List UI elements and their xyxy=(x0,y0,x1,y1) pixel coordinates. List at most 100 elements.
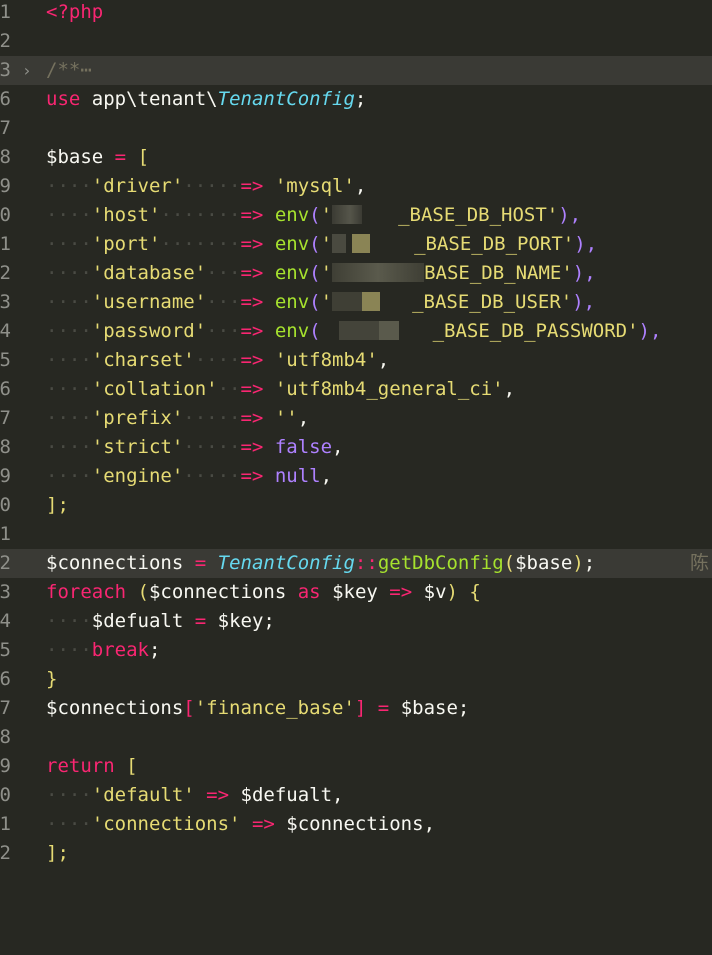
code-line: 8 xyxy=(0,723,712,752)
function-call: env xyxy=(274,320,310,342)
function-call: env xyxy=(274,291,310,313)
array-key: 'strict' xyxy=(91,436,184,458)
line-number: 2 xyxy=(0,842,11,864)
return-keyword: return xyxy=(46,755,115,777)
code-line: 2 ····'database'···=> env(' BASE_DB_NAME'… xyxy=(0,259,712,288)
line-number: 8 xyxy=(0,726,11,748)
code-line: 0 ]; xyxy=(0,491,712,520)
line-number: 2 xyxy=(0,552,11,574)
code-line: 1 <?php xyxy=(0,0,712,27)
git-blame-annotation: 陈 xyxy=(690,552,710,574)
array-key: 'host' xyxy=(91,204,161,226)
array-value: BASE_DB_NAME' xyxy=(424,262,573,284)
array-key: 'connections' xyxy=(91,813,241,835)
line-number: 1 xyxy=(0,813,11,835)
line-number: 3 xyxy=(0,59,11,81)
code-line: 9 ····'engine'·····=> null, xyxy=(0,462,712,491)
array-value: 'utf8mb4' xyxy=(274,349,378,371)
code-line: 5 ····break; xyxy=(0,636,712,665)
code-line: 0 ····'host'·······=> env(' _BASE_DB_HOS… xyxy=(0,201,712,230)
array-key: 'username' xyxy=(91,291,207,313)
code-line: 8 ····'strict'·····=> false, xyxy=(0,433,712,462)
class-name: TenantConfig xyxy=(217,88,355,110)
line-number: 4 xyxy=(0,610,11,632)
line-number: 5 xyxy=(0,639,11,661)
array-key: 'database' xyxy=(91,262,207,284)
redacted-text xyxy=(332,234,347,253)
line-number: 5 xyxy=(0,349,11,371)
array-key: 'password' xyxy=(91,320,207,342)
line-number: 2 xyxy=(0,262,11,284)
function-call: env xyxy=(274,233,310,255)
array-value: 'mysql' xyxy=(274,175,355,197)
line-number: 8 xyxy=(0,146,11,168)
fold-chevron-icon[interactable]: › xyxy=(22,56,32,85)
array-value: _BASE_DB_USER' xyxy=(412,291,573,313)
code-line: 6 ····'collation'··=> 'utf8mb4_general_c… xyxy=(0,375,712,404)
code-line: 0 ····'default' => $defualt, xyxy=(0,781,712,810)
redacted-text xyxy=(332,292,363,311)
array-value: null xyxy=(274,465,321,487)
line-number: 7 xyxy=(0,117,11,139)
array-key: 'port' xyxy=(91,233,161,255)
line-number: 0 xyxy=(0,784,11,806)
line-number: 8 xyxy=(0,436,11,458)
variable: $connections xyxy=(46,552,184,574)
redacted-text xyxy=(378,321,399,340)
line-number: 0 xyxy=(0,494,11,516)
array-value: _BASE_DB_PORT' xyxy=(414,233,575,255)
array-key: 'collation' xyxy=(91,378,218,400)
array-key: 'engine' xyxy=(91,465,184,487)
php-open-tag: <?php xyxy=(46,1,104,23)
code-line: 3 › /**⋯ xyxy=(0,56,712,85)
array-key: 'prefix' xyxy=(91,407,184,429)
line-number: 9 xyxy=(0,465,11,487)
line-number: 7 xyxy=(0,407,11,429)
code-line: 1 ····'port'·······=> env(' _BASE_DB_POR… xyxy=(0,230,712,259)
method-call: getDbConfig xyxy=(377,552,504,574)
break-keyword: break xyxy=(91,639,149,661)
array-key: 'charset' xyxy=(91,349,195,371)
use-keyword: use xyxy=(46,88,81,110)
array-value: _BASE_DB_HOST' xyxy=(398,204,559,226)
array-value: false xyxy=(274,436,333,458)
code-line: 4 ····'password'···=> env( _BASE_DB_PASS… xyxy=(0,317,712,346)
function-call: env xyxy=(274,262,310,284)
code-line: 1 ····'connections' => $connections, xyxy=(0,810,712,839)
array-value: 'utf8mb4_general_ci' xyxy=(274,378,504,400)
variable: $defualt xyxy=(91,610,184,632)
fold-ellipsis-icon[interactable]: ⋯ xyxy=(80,59,91,81)
redacted-text xyxy=(352,234,371,253)
line-number: 1 xyxy=(0,233,11,255)
array-key: 'finance_base' xyxy=(194,697,355,719)
array-value: _BASE_DB_PASSWORD' xyxy=(432,320,639,342)
array-key: 'driver' xyxy=(91,175,184,197)
code-line: 9 ····'driver'·····=> 'mysql', xyxy=(0,172,712,201)
code-editor[interactable]: 1 <?php 2 3 › /**⋯ 6 use app\tenant\Tena… xyxy=(0,0,712,872)
line-number: 9 xyxy=(0,755,11,777)
line-number: 6 xyxy=(0,378,11,400)
redacted-text xyxy=(332,263,425,282)
code-line: 3 foreach ($connections as $key => $v) { xyxy=(0,578,712,607)
line-number: 9 xyxy=(0,175,11,197)
line-number: 6 xyxy=(0,88,11,110)
variable: $connections xyxy=(46,697,184,719)
namespace: app\tenant\ xyxy=(91,88,218,110)
variable: $base xyxy=(46,146,104,168)
redacted-text xyxy=(332,205,363,224)
redacted-text xyxy=(338,321,379,340)
line-number: 7 xyxy=(0,697,11,719)
code-line: 2 $connections = TenantConfig::getDbConf… xyxy=(0,549,712,578)
line-number: 6 xyxy=(0,668,11,690)
line-number: 1 xyxy=(0,1,11,23)
code-line: 5 ····'charset'····=> 'utf8mb4', xyxy=(0,346,712,375)
function-call: env xyxy=(274,204,310,226)
line-number: 2 xyxy=(0,30,11,52)
code-line: 1 xyxy=(0,520,712,549)
line-number: 3 xyxy=(0,291,11,313)
code-line: 7 $connections['finance_base'] = $base; xyxy=(0,694,712,723)
line-number: 1 xyxy=(0,523,11,545)
code-line: 4 ····$defualt = $key; xyxy=(0,607,712,636)
code-line: 9 return [ xyxy=(0,752,712,781)
code-line: 2 xyxy=(0,27,712,56)
